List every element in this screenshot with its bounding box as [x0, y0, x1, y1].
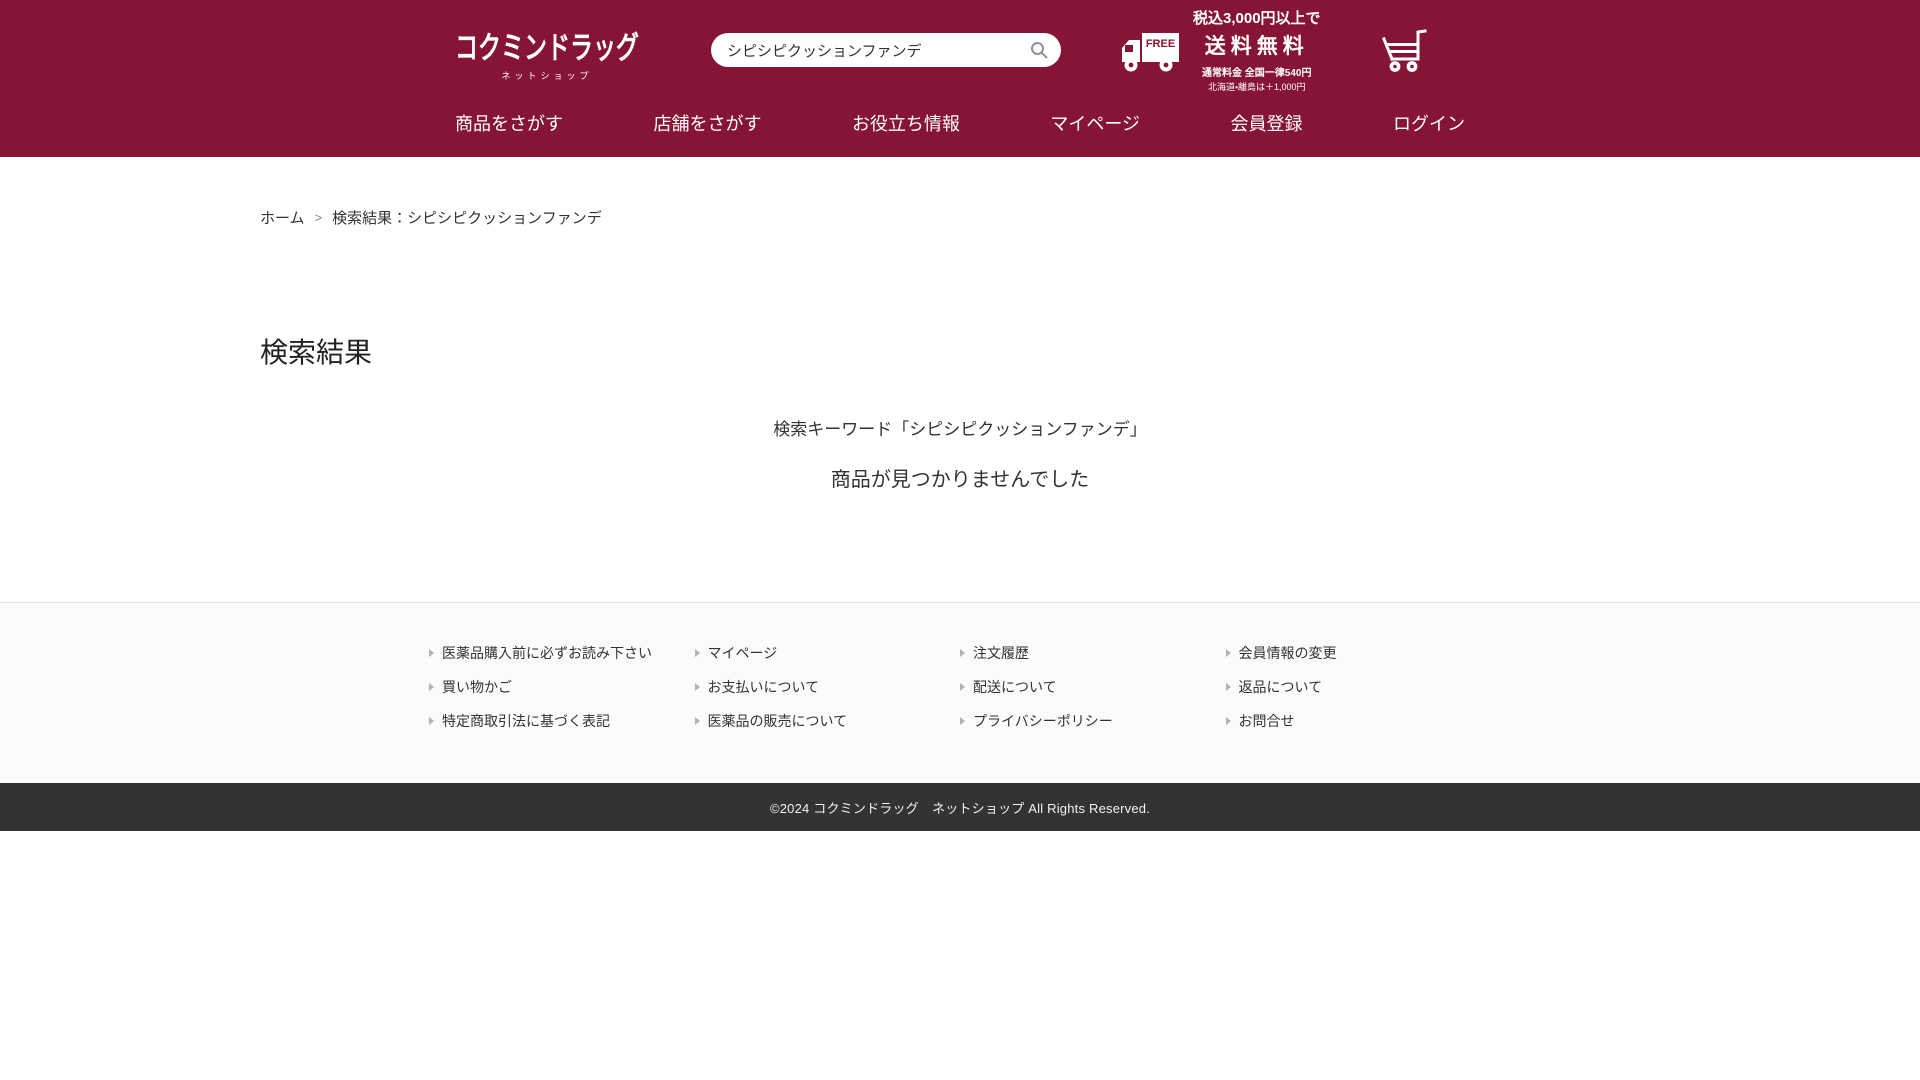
- footer-link-label: 医薬品の販売について: [708, 711, 848, 731]
- footer-column-1: 医薬品購入前に必ずお読み下さい 買い物かご 特定商取引法に基づく表記: [429, 643, 695, 731]
- footer-link-returns[interactable]: 返品について: [1226, 677, 1492, 697]
- cart-icon: [1379, 27, 1431, 73]
- arrow-right-icon: [695, 649, 700, 657]
- footer-link-label: プライバシーポリシー: [973, 711, 1113, 731]
- shipping-normal-fee: 通常料金 全国一律540円: [1193, 64, 1321, 79]
- footer-link-label: 配送について: [973, 677, 1057, 697]
- free-shipping-banner: FREE 税込3,000円以上で 送料無料 通常料金 全国一律540円 北海道・…: [1119, 7, 1321, 93]
- footer-link-payment[interactable]: お支払いについて: [695, 677, 961, 697]
- arrow-right-icon: [695, 683, 700, 691]
- footer-link-label: マイページ: [708, 643, 778, 663]
- arrow-right-icon: [1226, 683, 1231, 691]
- copyright-bar: ©2024 コクミンドラッグ ネットショップ All Rights Reserv…: [0, 783, 1920, 831]
- footer-link-label: お問合せ: [1239, 711, 1295, 731]
- search-box: [711, 33, 1061, 67]
- shipping-text: 税込3,000円以上で 送料無料 通常料金 全国一律540円 北海道・離島は＋1…: [1193, 7, 1321, 93]
- footer-column-3: 注文履歴 配送について プライバシーポリシー: [960, 643, 1226, 731]
- breadcrumb-separator: >: [315, 210, 323, 225]
- arrow-right-icon: [429, 683, 434, 691]
- arrow-right-icon: [1226, 717, 1231, 725]
- footer-link-label: 会員情報の変更: [1239, 643, 1337, 663]
- nav-item-info[interactable]: お役立ち情報: [852, 110, 960, 136]
- shipping-free-text: 送料無料: [1193, 30, 1321, 60]
- breadcrumb: ホーム > 検索結果：シピシピクッションファンデ: [260, 207, 1660, 228]
- arrow-right-icon: [695, 717, 700, 725]
- footer-links-grid: 医薬品購入前に必ずお読み下さい 買い物かご 特定商取引法に基づく表記 マイページ…: [429, 643, 1491, 731]
- footer-link-label: 注文履歴: [973, 643, 1029, 663]
- search-icon: [1029, 40, 1049, 60]
- breadcrumb-home-link[interactable]: ホーム: [260, 207, 305, 228]
- nav-item-products[interactable]: 商品をさがす: [455, 110, 563, 136]
- cart-button[interactable]: [1379, 27, 1431, 73]
- copyright-text: ©2024 コクミンドラッグ ネットショップ All Rights Reserv…: [770, 798, 1150, 817]
- empty-area: [0, 831, 1920, 1073]
- footer-link-mypage[interactable]: マイページ: [695, 643, 961, 663]
- search-input[interactable]: [727, 42, 1027, 59]
- footer-link-label: 買い物かご: [442, 677, 512, 697]
- arrow-right-icon: [960, 649, 965, 657]
- logo-title: コクミンドラッグ: [455, 22, 639, 68]
- arrow-right-icon: [960, 683, 965, 691]
- breadcrumb-current: 検索結果：シピシピクッションファンデ: [332, 207, 602, 228]
- header-top-row: コクミンドラッグ ネットショップ FREE: [455, 0, 1465, 100]
- footer-link-contact[interactable]: お問合せ: [1226, 711, 1492, 731]
- main-content: ホーム > 検索結果：シピシピクッションファンデ 検索結果 検索キーワード「シピ…: [258, 207, 1662, 602]
- logo-subtitle: ネットショップ: [455, 69, 639, 82]
- nav-item-mypage[interactable]: マイページ: [1050, 110, 1140, 136]
- site-header: コクミンドラッグ ネットショップ FREE: [0, 0, 1920, 157]
- nav-item-stores[interactable]: 店舗をさがす: [653, 110, 761, 136]
- footer-link-drug-sales[interactable]: 医薬品の販売について: [695, 711, 961, 731]
- arrow-right-icon: [1226, 649, 1231, 657]
- footer-link-member-info[interactable]: 会員情報の変更: [1226, 643, 1492, 663]
- arrow-right-icon: [960, 717, 965, 725]
- truck-free-label: FREE: [1146, 38, 1175, 50]
- truck-icon: FREE: [1119, 26, 1183, 74]
- arrow-right-icon: [429, 717, 434, 725]
- site-logo[interactable]: コクミンドラッグ ネットショップ: [455, 28, 639, 82]
- footer-column-4: 会員情報の変更 返品について お問合せ: [1226, 643, 1492, 731]
- footer-link-label: お支払いについて: [708, 677, 820, 697]
- footer-link-order-history[interactable]: 注文履歴: [960, 643, 1226, 663]
- no-result-message: 商品が見つかりませんでした: [260, 463, 1660, 602]
- footer-link-privacy-policy[interactable]: プライバシーポリシー: [960, 711, 1226, 731]
- nav-item-register[interactable]: 会員登録: [1231, 110, 1303, 136]
- footer-link-delivery[interactable]: 配送について: [960, 677, 1226, 697]
- search-button[interactable]: [1027, 38, 1051, 62]
- shipping-remote-fee: 北海道・離島は＋1,000円: [1193, 80, 1321, 93]
- main-nav: 商品をさがす 店舗をさがす お役立ち情報 マイページ 会員登録 ログイン: [455, 100, 1465, 157]
- page-title: 検索結果: [260, 331, 1660, 371]
- footer-column-2: マイページ お支払いについて 医薬品の販売について: [695, 643, 961, 731]
- footer-link-label: 医薬品購入前に必ずお読み下さい: [442, 643, 652, 663]
- site-footer: 医薬品購入前に必ずお読み下さい 買い物かご 特定商取引法に基づく表記 マイページ…: [0, 602, 1920, 783]
- arrow-right-icon: [429, 649, 434, 657]
- footer-link-label: 返品について: [1239, 677, 1323, 697]
- footer-link-label: 特定商取引法に基づく表記: [442, 711, 610, 731]
- footer-link-cart[interactable]: 買い物かご: [429, 677, 695, 697]
- shipping-threshold: 税込3,000円以上で: [1193, 7, 1321, 28]
- nav-item-login[interactable]: ログイン: [1393, 110, 1465, 136]
- footer-link-drug-notice[interactable]: 医薬品購入前に必ずお読み下さい: [429, 643, 695, 663]
- footer-link-commerce-law[interactable]: 特定商取引法に基づく表記: [429, 711, 695, 731]
- search-keyword-line: 検索キーワード「シピシピクッションファンデ」: [260, 415, 1660, 440]
